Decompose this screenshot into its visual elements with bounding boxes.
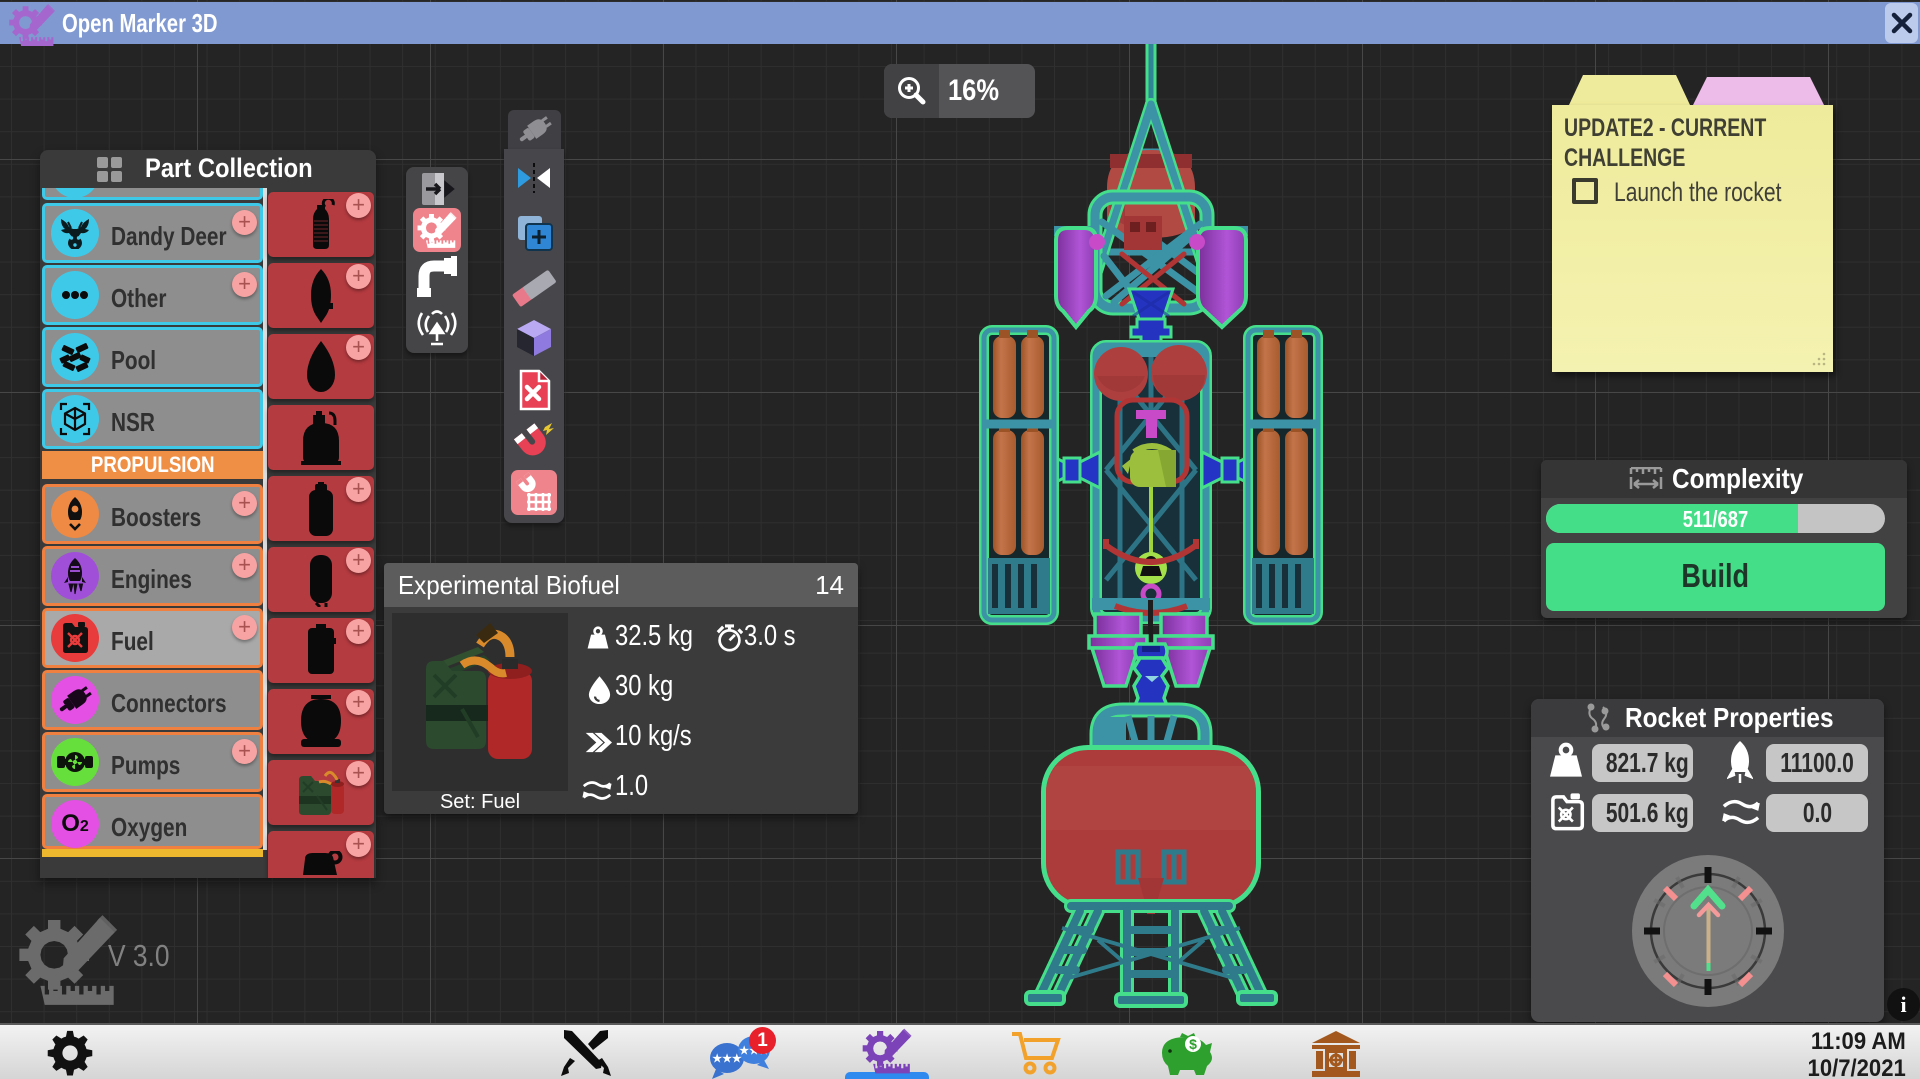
svg-text:★★★: ★★★ [712,1053,742,1065]
svg-text:$: $ [1189,1036,1197,1052]
